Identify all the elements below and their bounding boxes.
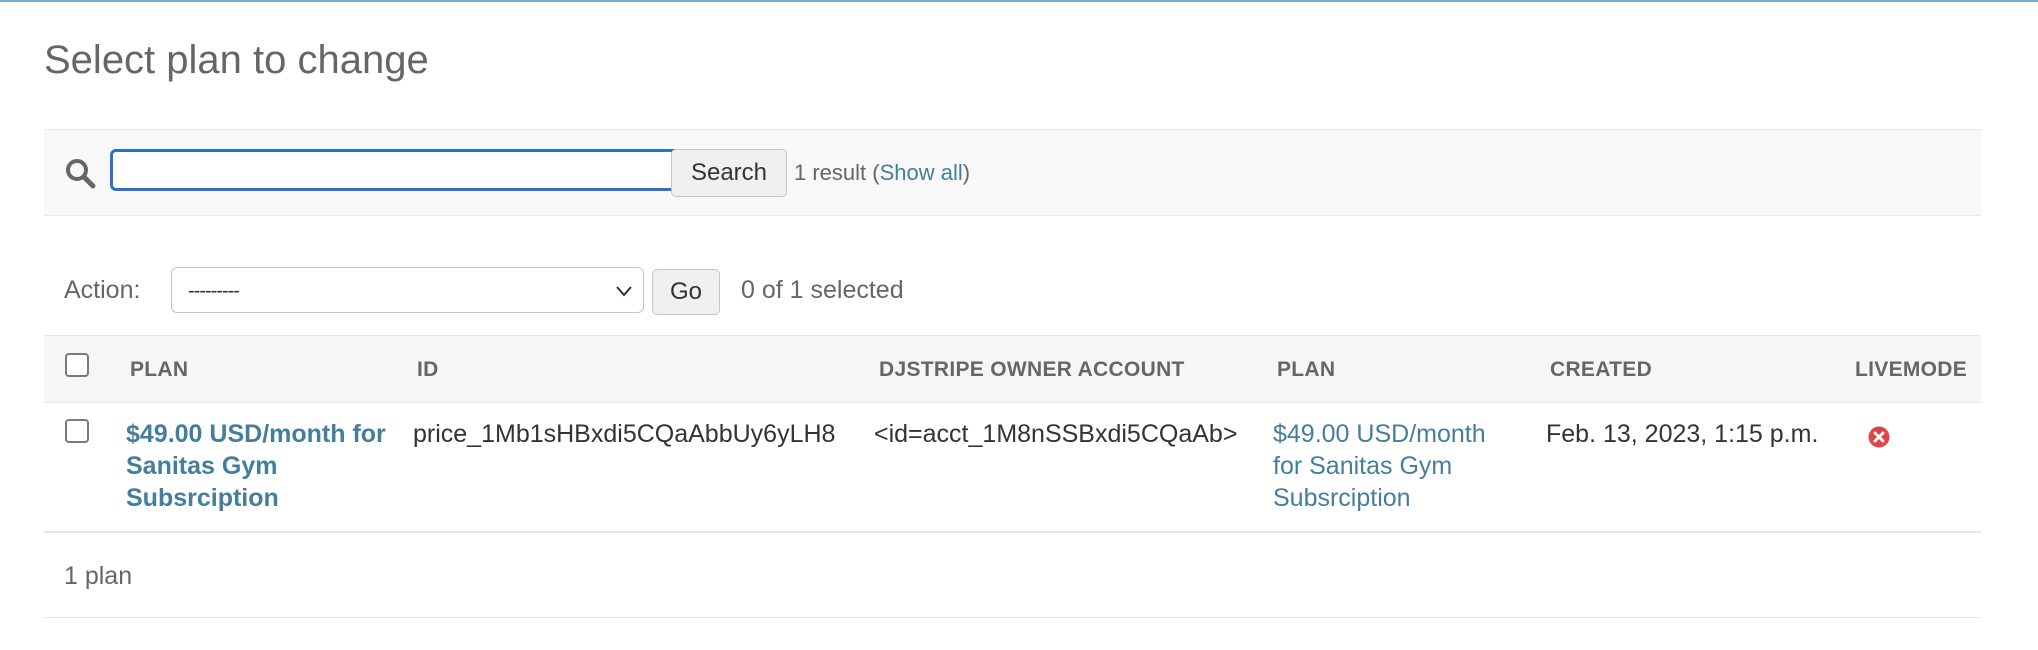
column-header-livemode[interactable]: LIVEMODE [1855, 358, 1967, 382]
search-toolbar: Search 1 result (Show all) [44, 129, 1981, 216]
search-input[interactable] [110, 149, 690, 191]
page-title: Select plan to change [44, 38, 429, 82]
created-date: Feb. 13, 2023, 1:15 p.m. [1546, 420, 1819, 448]
table-header: PLAN ID DJSTRIPE OWNER ACCOUNT PLAN CREA… [44, 335, 1981, 403]
selected-count: 0 of 1 selected [741, 276, 904, 304]
column-header-id[interactable]: ID [417, 358, 439, 382]
plan-id: price_1Mb1sHBxdi5CQaAbbUy6yLH8 [413, 420, 836, 448]
search-icon [66, 159, 96, 189]
column-header-owner-account[interactable]: DJSTRIPE OWNER ACCOUNT [879, 358, 1185, 382]
result-summary: 1 result (Show all) [794, 160, 971, 185]
select-all-checkbox[interactable] [65, 353, 89, 377]
false-icon [1868, 426, 1890, 448]
table-row: $49.00 USD/month for Sanitas Gym Subsrci… [44, 402, 1981, 533]
action-select-value: --------- [188, 280, 240, 302]
action-select[interactable]: --------- [171, 267, 644, 313]
result-count: 1 result [794, 160, 867, 185]
chevron-down-icon [616, 286, 632, 297]
action-label: Action: [64, 276, 141, 304]
plan-link[interactable]: $49.00 USD/month for Sanitas Gym Subsrci… [126, 418, 386, 514]
plan-link-2[interactable]: $49.00 USD/month for Sanitas Gym Subsrci… [1273, 418, 1513, 514]
column-header-created[interactable]: CREATED [1550, 358, 1652, 382]
column-header-plan[interactable]: PLAN [130, 358, 188, 382]
go-button[interactable]: Go [652, 269, 720, 315]
footer-divider [44, 617, 1981, 618]
row-checkbox[interactable] [65, 419, 89, 443]
result-count-footer: 1 plan [64, 562, 133, 590]
top-border [0, 0, 2038, 2]
column-header-plan-2[interactable]: PLAN [1277, 358, 1335, 382]
owner-account: <id=acct_1M8nSSBxdi5CQaAb> [874, 420, 1238, 448]
show-all-link[interactable]: Show all [880, 160, 963, 185]
search-button[interactable]: Search [671, 149, 787, 197]
